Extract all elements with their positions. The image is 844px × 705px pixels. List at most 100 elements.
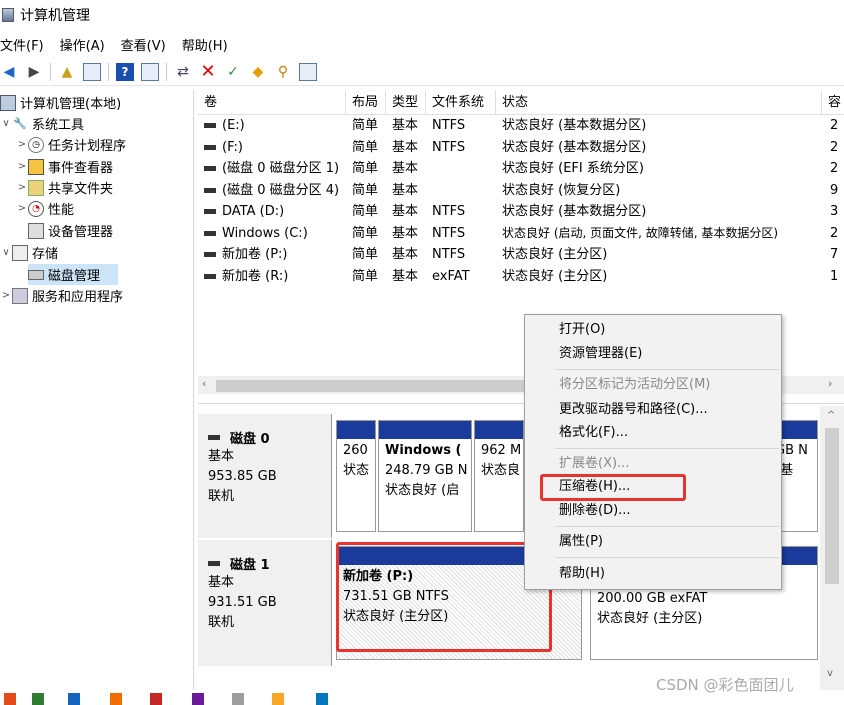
menu-item-explorer[interactable]: 资源管理器(E) [559, 343, 642, 365]
menu-item-change-drive-letter[interactable]: 更改驱动器号和路径(C)... [559, 399, 708, 421]
volume-icon [204, 252, 216, 257]
expand-arrow-icon[interactable]: > [16, 203, 28, 214]
task-scheduler-icon: ◷ [28, 136, 44, 153]
list-view-icon[interactable] [299, 62, 317, 81]
table-row[interactable]: Windows (C:) 简单 基本 NTFS 状态良好 (启动, 页面文件, … [198, 223, 844, 245]
taskbar-app-icon[interactable] [32, 693, 44, 705]
expand-arrow-icon[interactable]: > [16, 139, 28, 150]
table-row[interactable]: (F:) 简单 基本 NTFS 状态良好 (基本数据分区) 2 [198, 137, 844, 159]
back-arrow-icon[interactable]: ◀ [0, 63, 18, 81]
taskbar-app-icon[interactable] [192, 693, 204, 705]
disk-0-partition-windows[interactable]: Windows (248.79 GB N 状态良好 (启 [378, 420, 472, 532]
search-icon[interactable]: ⚲ [274, 63, 292, 81]
taskbar-app-icon[interactable] [272, 693, 284, 705]
tree-item-label: 服务和应用程序 [32, 290, 124, 305]
show-hide-tree-icon[interactable] [83, 62, 101, 81]
column-header-type[interactable]: 类型 [386, 90, 426, 115]
toolbar: ◀ ▶ ▲ ? ⇄ ✕ ✓ ◆ ⚲ [0, 58, 844, 86]
tree-item-system-tools[interactable]: ∨ 🔧 系统工具 [0, 113, 84, 134]
menu-item-extend-volume: 扩展卷(X)... [559, 456, 630, 471]
table-row[interactable]: (E:) 简单 基本 NTFS 状态良好 (基本数据分区) 2 [198, 115, 844, 137]
expand-arrow-icon[interactable]: > [16, 182, 28, 193]
collapse-arrow-icon[interactable]: ∨ [0, 247, 12, 258]
tree-item-storage[interactable]: ∨ 存储 [0, 242, 58, 263]
table-row[interactable]: 新加卷 (R:) 简单 基本 exFAT 状态良好 (主分区) 1 [198, 266, 844, 288]
scroll-up-icon[interactable]: ^ [827, 410, 835, 421]
volume-icon [204, 230, 216, 236]
taskbar-app-icon[interactable] [150, 693, 162, 705]
taskbar-app-icon[interactable] [4, 693, 16, 705]
tree-item-computer-management[interactable]: 计算机管理(本地) [0, 92, 121, 113]
column-header-capacity[interactable]: 容 [822, 90, 844, 115]
expand-arrow-icon[interactable]: > [16, 161, 28, 172]
watermark: CSDN @彩色面团儿 [656, 676, 794, 694]
toolbar-separator [166, 62, 167, 81]
volume-name: DATA (D:) [222, 204, 285, 219]
volume-filesystem: NTFS [432, 247, 466, 262]
disk-name: 磁盘 0 [230, 432, 270, 447]
column-header-status[interactable]: 状态 [496, 90, 822, 115]
menu-help[interactable]: 帮助(H) [182, 35, 228, 54]
taskbar-app-icon[interactable] [110, 693, 122, 705]
menu-separator [555, 369, 779, 370]
volume-name: 新加卷 (P:) [222, 247, 288, 262]
system-tools-icon: 🔧 [13, 117, 27, 130]
taskbar-app-icon[interactable] [68, 693, 80, 705]
toolbar-separator [108, 62, 109, 81]
menu-item-help[interactable]: 帮助(H) [559, 563, 605, 585]
tree-item-task-scheduler[interactable]: > ◷ 任务计划程序 [16, 134, 126, 155]
partition-size: 200.00 GB exFAT [597, 591, 708, 606]
menu-separator [555, 526, 779, 527]
scroll-right-icon[interactable]: › [828, 377, 832, 390]
horizontal-scroll-thumb[interactable] [216, 380, 546, 392]
title-bar: 计算机管理 [0, 0, 844, 30]
vertical-scrollbar[interactable]: ^ v [820, 406, 844, 690]
help-icon[interactable]: ? [116, 62, 134, 81]
menu-item-properties[interactable]: 属性(P) [559, 531, 603, 553]
tree-item-performance[interactable]: > ◔ 性能 [16, 198, 74, 219]
menu-item-open[interactable]: 打开(O) [559, 319, 605, 341]
menu-item-format[interactable]: 格式化(F)... [559, 422, 628, 444]
connect-icon[interactable]: ⇄ [174, 63, 192, 81]
table-row[interactable]: (磁盘 0 磁盘分区 4) 简单 基本 状态良好 (恢复分区) 9 [198, 180, 844, 202]
volume-layout: 简单 [352, 139, 379, 155]
tree-item-event-viewer[interactable]: > 事件查看器 [16, 156, 113, 177]
menu-view[interactable]: 查看(V) [121, 35, 166, 54]
volume-layout: 简单 [352, 204, 379, 219]
new-icon[interactable]: ◆ [249, 63, 267, 81]
vertical-scroll-thumb[interactable] [825, 428, 839, 584]
delete-icon[interactable]: ✕ [199, 61, 217, 82]
disk-0-partition-recovery[interactable]: 962 M 状态良 [474, 420, 524, 532]
forward-arrow-icon[interactable]: ▶ [25, 63, 43, 81]
menu-action[interactable]: 操作(A) [60, 35, 105, 54]
tree-item-disk-management[interactable]: 磁盘管理 [28, 264, 118, 285]
storage-icon [12, 244, 28, 261]
menu-file[interactable]: 文件(F) [0, 35, 44, 54]
menu-item-delete-volume[interactable]: 删除卷(D)... [559, 500, 631, 522]
disk-0-partition-efi[interactable]: 260 状态 [336, 420, 376, 532]
tree-item-shared-folders[interactable]: > 共享文件夹 [16, 177, 113, 198]
volume-layout: 简单 [352, 247, 379, 262]
taskbar-app-icon[interactable] [316, 693, 328, 705]
disk-0-label[interactable]: 磁盘 0 基本 953.85 GB 联机 [198, 414, 332, 538]
disk-1-label[interactable]: 磁盘 1 基本 931.51 GB 联机 [198, 540, 332, 666]
scroll-down-icon[interactable]: v [827, 668, 833, 679]
table-row[interactable]: (磁盘 0 磁盘分区 1) 简单 基本 状态良好 (EFI 系统分区) 2 [198, 158, 844, 180]
volume-type: 基本 [392, 268, 419, 284]
tree-item-device-manager[interactable]: 设备管理器 [28, 220, 113, 241]
taskbar-app-icon[interactable] [232, 693, 244, 705]
properties-pane-icon[interactable] [141, 62, 159, 81]
menu-item-mark-active: 将分区标记为活动分区(M) [559, 377, 711, 392]
column-header-volume[interactable]: 卷 [198, 90, 346, 115]
collapse-arrow-icon[interactable]: ∨ [0, 118, 12, 129]
column-header-filesystem[interactable]: 文件系统 [426, 90, 496, 115]
up-folder-icon[interactable]: ▲ [58, 63, 76, 81]
table-row[interactable]: 新加卷 (P:) 简单 基本 NTFS 状态良好 (主分区) 7 [198, 244, 844, 266]
table-row[interactable]: DATA (D:) 简单 基本 NTFS 状态良好 (基本数据分区) 3 [198, 201, 844, 223]
scroll-left-icon[interactable]: ‹ [202, 377, 206, 390]
expand-arrow-icon[interactable]: > [0, 290, 12, 301]
column-header-layout[interactable]: 布局 [346, 90, 386, 115]
volume-icon [204, 209, 216, 214]
tree-item-services-applications[interactable]: > 服务和应用程序 [0, 285, 123, 306]
check-icon[interactable]: ✓ [224, 63, 242, 81]
